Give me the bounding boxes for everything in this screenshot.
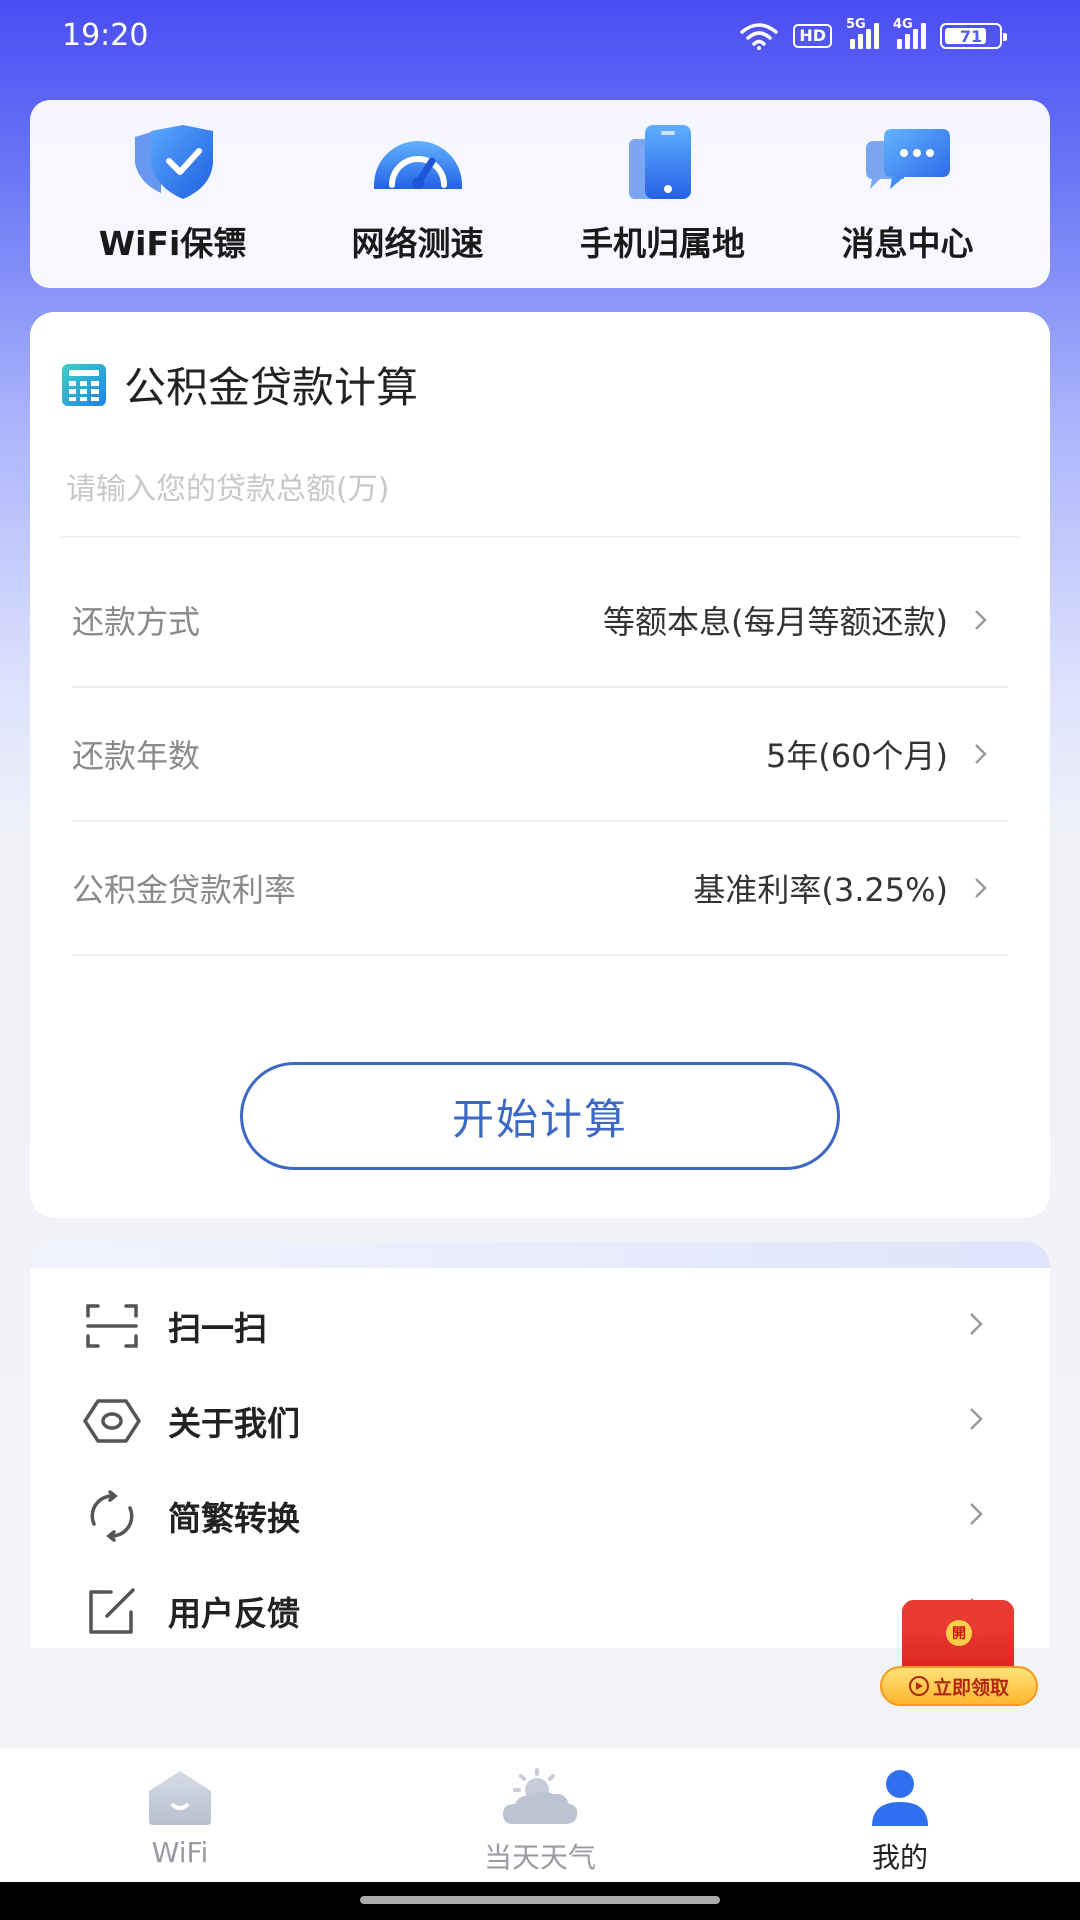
menu-item-about-us[interactable]: 关于我们 <box>30 1373 1050 1468</box>
battery-level: 71 <box>959 26 983 46</box>
quick-tools-card: WiFi保镖 网络测速 手机归属地 消息中心 <box>30 100 1050 288</box>
status-time: 19:20 <box>62 18 149 53</box>
signal-4g-label: 4G <box>893 17 913 32</box>
repayment-years-value: 5年(60个月) <box>765 737 948 775</box>
menu-label: 简繁转换 <box>168 1498 300 1538</box>
interest-rate-row[interactable]: 公积金贷款利率 基准利率(3.25%) <box>72 822 1008 956</box>
calculator-header: 公积金贷款计算 <box>60 354 418 415</box>
claim-now-banner: 立即领取 <box>880 1666 1038 1706</box>
red-packet-button[interactable]: 開 立即领取 <box>880 1600 1040 1708</box>
tab-label: 当天天气 <box>483 1841 596 1874</box>
chevron-right-icon <box>968 1406 984 1436</box>
menu-label: 扫一扫 <box>168 1308 267 1348</box>
quick-tool-wifi-guard[interactable]: WiFi保镖 <box>58 123 288 265</box>
quick-tool-label: 手机归属地 <box>580 224 745 263</box>
speedometer-icon <box>370 123 466 203</box>
signal-5g-icon: 5G <box>846 17 879 49</box>
status-bar: 19:20 HD 5G 4G 71 <box>0 0 1080 80</box>
system-navigation-bar <box>0 1882 1080 1920</box>
repayment-years-row[interactable]: 还款年数 5年(60个月) <box>72 688 1008 822</box>
chevron-right-icon <box>968 1501 984 1531</box>
home-indicator[interactable] <box>360 1896 720 1904</box>
repayment-method-row[interactable]: 还款方式 等额本息(每月等额还款) <box>72 554 1008 688</box>
loan-amount-input[interactable] <box>60 442 1020 538</box>
red-envelope-seal: 開 <box>946 1620 972 1646</box>
quick-tool-label: WiFi保镖 <box>98 224 247 263</box>
chevron-right-icon <box>948 876 1008 900</box>
quick-tool-speed-test[interactable]: 网络测速 <box>303 123 533 265</box>
tab-wifi[interactable]: WiFi <box>0 1748 360 1882</box>
menu-label: 用户反馈 <box>168 1593 300 1633</box>
tab-mine[interactable]: 我的 <box>720 1748 1080 1882</box>
user-icon <box>868 1764 932 1832</box>
claim-now-label: 立即领取 <box>932 1676 1009 1699</box>
wifi-signal-icon <box>740 23 779 50</box>
chevron-right-icon <box>948 608 1008 632</box>
scan-icon <box>82 1296 142 1356</box>
weather-icon <box>499 1764 581 1832</box>
repayment-method-label: 还款方式 <box>72 603 201 641</box>
start-calculation-button[interactable]: 开始计算 <box>240 1062 840 1170</box>
chevron-right-icon <box>948 742 1008 766</box>
quick-tool-phone-location[interactable]: 手机归属地 <box>548 123 778 265</box>
status-icons: HD 5G 4G 71 <box>739 17 1007 50</box>
chevron-right-icon <box>968 1311 984 1341</box>
repayment-years-label: 还款年数 <box>72 737 201 775</box>
calculator-title: 公积金贷款计算 <box>124 363 419 412</box>
loan-calculator-card: 公积金贷款计算 还款方式 等额本息(每月等额还款) 还款年数 5年(60个月) … <box>30 312 1050 1218</box>
chat-bubbles-icon <box>860 123 956 203</box>
refresh-icon <box>82 1486 142 1546</box>
hd-badge: HD <box>793 24 832 48</box>
quick-tool-message-center[interactable]: 消息中心 <box>793 123 1023 265</box>
interest-rate-value: 基准利率(3.25%) <box>693 871 948 909</box>
play-icon <box>908 1676 929 1696</box>
bottom-nav: WiFi 当天天气 我的 <box>0 1748 1080 1882</box>
signal-5g-label: 5G <box>846 17 866 32</box>
home-icon <box>145 1764 215 1832</box>
menu-item-scan[interactable]: 扫一扫 <box>30 1278 1050 1373</box>
shield-check-icon <box>125 123 221 203</box>
edit-icon <box>82 1581 142 1641</box>
menu-item-simplified-traditional[interactable]: 简繁转换 <box>30 1468 1050 1563</box>
quick-tool-label: 消息中心 <box>841 224 974 263</box>
quick-tool-label: 网络测速 <box>351 224 484 263</box>
hexagon-eye-icon <box>82 1391 142 1451</box>
tab-label: 我的 <box>871 1841 928 1874</box>
battery-icon: 71 <box>940 23 1007 49</box>
signal-4g-icon: 4G <box>893 17 926 49</box>
repayment-method-value: 等额本息(每月等额还款) <box>603 603 948 641</box>
phone-icon <box>615 123 711 203</box>
calculator-icon <box>62 363 106 406</box>
tab-weather[interactable]: 当天天气 <box>360 1748 720 1882</box>
menu-label: 关于我们 <box>168 1403 300 1443</box>
tab-label: WiFi <box>151 1836 209 1869</box>
interest-rate-label: 公积金贷款利率 <box>72 871 297 909</box>
menu-card: 扫一扫 关于我们 简繁转换 用户反馈 <box>30 1242 1050 1648</box>
